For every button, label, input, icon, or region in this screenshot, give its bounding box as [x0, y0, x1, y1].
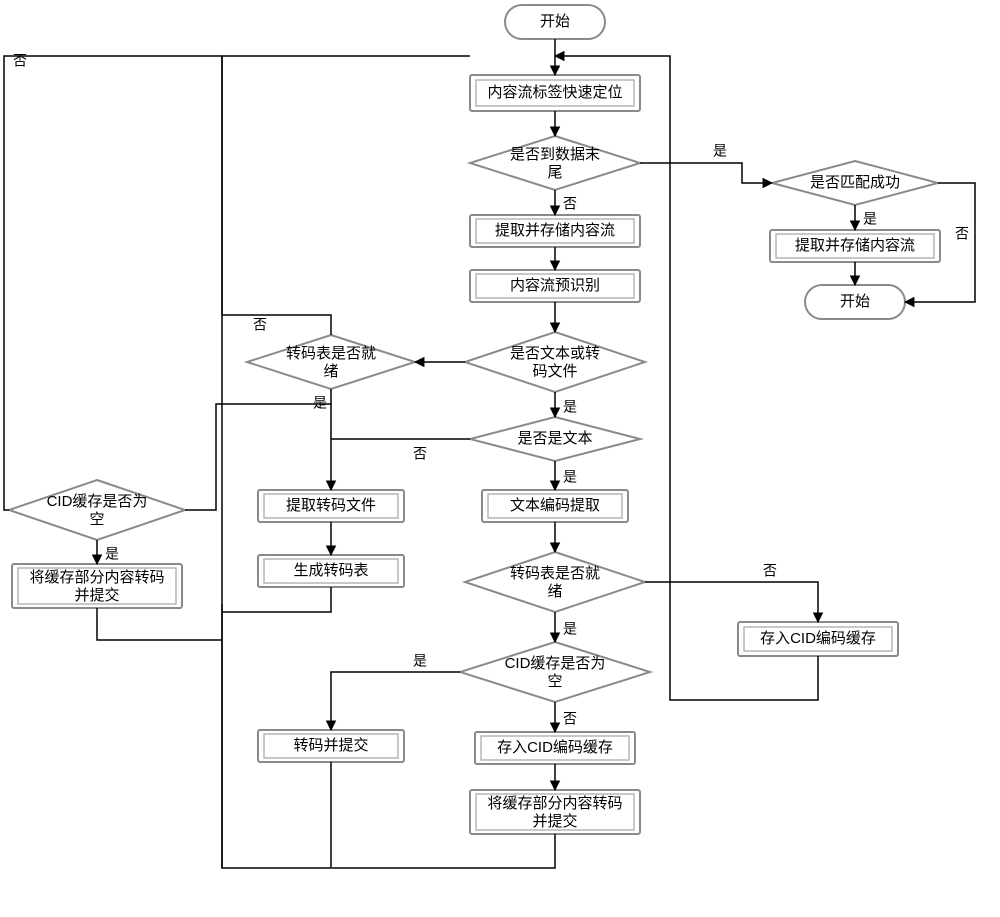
label-d4-no: 否 — [763, 563, 777, 579]
label-dcl-no: 否 — [13, 53, 27, 69]
process-extract-right-label: 提取并存储内容流 — [795, 237, 915, 254]
dclb: 空 — [89, 511, 104, 528]
process-prerecognize-label: 内容流预识别 — [510, 277, 600, 294]
label-d3-yes: 是 — [563, 469, 577, 485]
process-extract-right: 提取并存储内容流 — [770, 230, 940, 262]
dtca: 转码表是否就 — [286, 345, 376, 362]
process-extract-store: 提取并存储内容流 — [470, 215, 640, 247]
label-d1-no: 否 — [563, 196, 577, 212]
process-extract-transcode-file-label: 提取转码文件 — [286, 497, 376, 514]
process-locate-tag-label: 内容流标签快速定位 — [487, 84, 622, 101]
dcla: CID缓存是否为 — [47, 493, 148, 510]
label-dcl-yes: 是 — [105, 546, 119, 562]
process-cache-transcode-submit: 将缓存部分内容转码 并提交 — [470, 790, 640, 834]
process-gen-transcode-table: 生成转码表 — [258, 555, 404, 587]
decision-match-label: 是否匹配成功 — [810, 174, 900, 191]
process-locate-tag: 内容流标签快速定位 — [470, 75, 640, 111]
flowchart-canvas: 是否匹配成功 提取并存储内容流 开始 开始 内容流标签快速定位 是否到数据末 尾… — [0, 0, 1000, 917]
d5b: 空 — [547, 673, 562, 690]
process-transcode-submit-label: 转码并提交 — [293, 736, 368, 754]
process-gen-transcode-table-label: 生成转码表 — [293, 562, 368, 579]
d2b: 码文件 — [532, 363, 577, 380]
d4b: 绪 — [547, 583, 562, 600]
process-extract-transcode-file: 提取转码文件 — [258, 490, 404, 522]
label-match-no: 否 — [955, 226, 969, 242]
process-store-cid-right: 存入CID编码缓存 — [738, 622, 898, 656]
p6a: 将缓存部分内容转码 — [487, 795, 622, 812]
d2a: 是否文本或转 — [510, 345, 600, 362]
dtcb: 绪 — [323, 363, 338, 380]
terminator-end-label: 开始 — [840, 293, 870, 310]
terminator-start-label: 开始 — [540, 13, 570, 30]
process-transcode-submit: 转码并提交 — [258, 730, 404, 762]
process-store-cid-center-label: 存入CID编码缓存 — [497, 739, 613, 756]
label-d2-yes: 是 — [563, 399, 577, 415]
process-prerecognize: 内容流预识别 — [470, 270, 640, 302]
pcla: 将缓存部分内容转码 — [29, 569, 164, 586]
label-dtc-no: 否 — [253, 317, 267, 333]
label-dtc-yes: 是 — [313, 395, 327, 411]
process-text-encode-extract-label: 文本编码提取 — [510, 497, 600, 514]
process-store-cid-center: 存入CID编码缓存 — [475, 732, 635, 764]
decision-is-text-label: 是否是文本 — [517, 430, 592, 447]
label-d5-no: 否 — [563, 711, 577, 727]
process-cache-transcode-left: 将缓存部分内容转码 并提交 — [12, 564, 182, 608]
pclb: 并提交 — [74, 586, 119, 604]
label-d1-yes: 是 — [713, 143, 727, 159]
process-text-encode-extract: 文本编码提取 — [482, 490, 628, 522]
label-d3-no: 否 — [413, 446, 427, 462]
process-store-cid-right-label: 存入CID编码缓存 — [760, 630, 876, 647]
d1a: 是否到数据末 — [510, 146, 600, 163]
label-d5-yes: 是 — [413, 653, 427, 669]
p6b: 并提交 — [532, 812, 577, 830]
d1b: 尾 — [547, 164, 562, 181]
d4a: 转码表是否就 — [510, 565, 600, 582]
process-extract-store-label: 提取并存储内容流 — [495, 222, 615, 239]
label-match-yes: 是 — [863, 211, 877, 227]
d5a: CID缓存是否为 — [505, 655, 606, 672]
label-d4-yes: 是 — [563, 621, 577, 637]
